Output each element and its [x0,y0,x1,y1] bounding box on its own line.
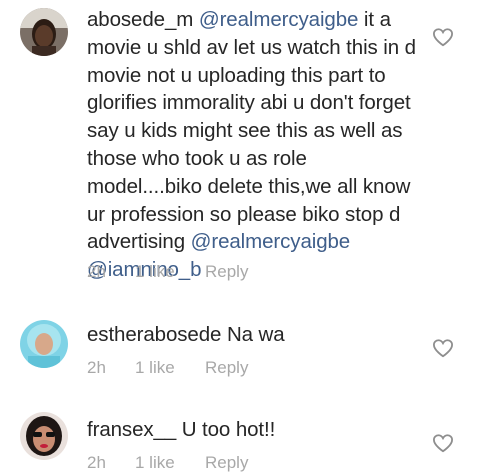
comment-time: 2h [87,262,106,281]
reply-button[interactable]: Reply [205,358,248,378]
comment-text: estherabosede Na wa [87,321,427,349]
like-count[interactable]: 1 like [135,262,205,282]
comment-2: estherabosede Na wa 2h 1 like Reply [0,300,480,395]
mention-link[interactable]: @realmercyaigbe [191,230,351,253]
mention-link[interactable]: @realmercyaigbe [199,8,359,31]
comment-username[interactable]: estherabosede [87,323,221,346]
avatar[interactable] [20,8,68,56]
comment-time: 2h [87,453,106,472]
heart-icon[interactable] [432,433,454,453]
comment-meta: 2h 1 like Reply [87,262,248,282]
heart-icon[interactable] [432,27,454,47]
like-count[interactable]: 1 like [135,453,205,473]
comment-text: fransex__ U too hot!! [87,416,427,444]
heart-icon[interactable] [432,338,454,358]
comment-meta: 2h 1 like Reply [87,358,248,378]
avatar[interactable] [20,320,68,368]
comment-username[interactable]: fransex__ [87,418,176,441]
comment-meta: 2h 1 like Reply [87,453,248,473]
comment-body: U too hot!! [176,418,276,441]
comment-text: abosede_m @realmercyaigbe it a movie u s… [87,6,427,284]
comment-username[interactable]: abosede_m [87,8,193,31]
comment-body: it a movie u shld av let us watch this i… [87,8,416,254]
reply-button[interactable]: Reply [205,453,248,473]
comment-body: Na wa [221,323,285,346]
reply-button[interactable]: Reply [205,262,248,282]
avatar[interactable] [20,412,68,460]
comment-1: abosede_m @realmercyaigbe it a movie u s… [0,0,480,300]
like-count[interactable]: 1 like [135,358,205,378]
comment-3: fransex__ U too hot!! 2h 1 like Reply [0,395,480,473]
comment-time: 2h [87,358,106,377]
